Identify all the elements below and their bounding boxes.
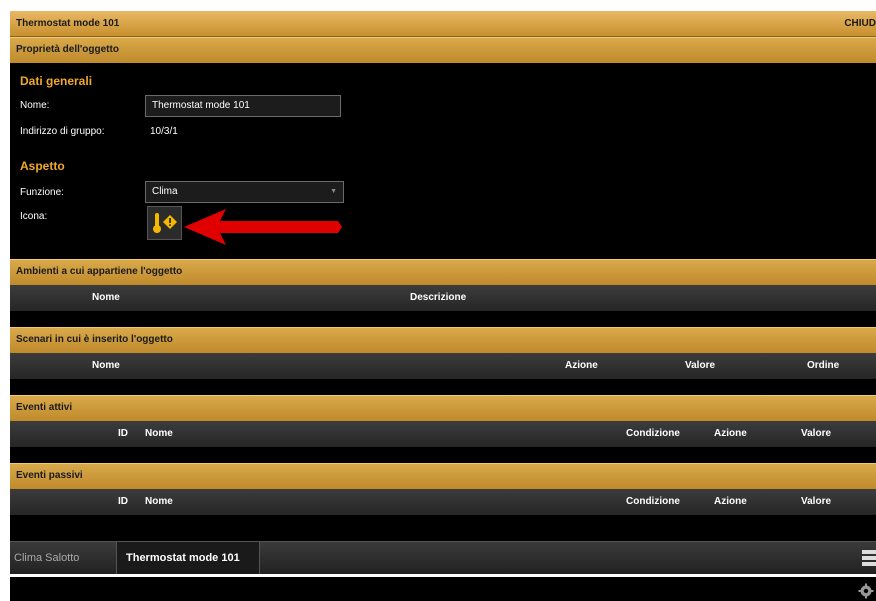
scenes-col-order: Ordine bbox=[807, 360, 840, 371]
active-events-table-header: ID Nome Condizione Azione Valore bbox=[10, 421, 876, 447]
rooms-section-title: Ambienti a cui appartiene l'oggetto bbox=[16, 266, 183, 277]
active-events-section-title: Eventi attivi bbox=[16, 402, 73, 413]
top-margin bbox=[0, 0, 876, 11]
scenes-section-header: Scenari in cui è inserito l'oggetto bbox=[10, 327, 876, 353]
annotation-arrow-icon bbox=[184, 209, 342, 245]
active-events-col-action: Azione bbox=[714, 428, 747, 439]
active-events-col-name: Nome bbox=[145, 428, 173, 439]
chevron-down-icon: ▼ bbox=[330, 188, 337, 195]
passive-events-col-condition: Condizione bbox=[626, 496, 680, 507]
close-button[interactable]: CHIUD bbox=[844, 18, 876, 29]
active-events-col-condition: Condizione bbox=[626, 428, 680, 439]
name-field[interactable]: Thermostat mode 101 bbox=[145, 95, 341, 117]
passive-events-col-id: ID bbox=[118, 496, 128, 507]
gear-icon[interactable] bbox=[858, 583, 874, 599]
tab-thermostat-mode[interactable]: Thermostat mode 101 bbox=[116, 542, 260, 574]
scenes-col-name: Nome bbox=[92, 360, 120, 371]
passive-events-section-title: Eventi passivi bbox=[16, 470, 83, 481]
group-address-value: 10/3/1 bbox=[150, 126, 178, 137]
name-label: Nome: bbox=[20, 100, 50, 111]
rooms-col-name: Nome bbox=[92, 292, 120, 303]
properties-section-header: Proprietà dell'oggetto bbox=[10, 37, 876, 63]
tab-thermostat-mode-label: Thermostat mode 101 bbox=[126, 552, 240, 564]
rooms-col-description: Descrizione bbox=[410, 292, 467, 303]
appearance-title: Aspetto bbox=[20, 159, 65, 173]
icon-picker[interactable] bbox=[147, 206, 182, 240]
rooms-table-body bbox=[10, 311, 876, 327]
name-field-value: Thermostat mode 101 bbox=[152, 100, 250, 111]
window-title: Thermostat mode 101 bbox=[16, 18, 120, 29]
passive-events-col-value: Valore bbox=[801, 496, 832, 507]
passive-events-col-name: Nome bbox=[145, 496, 173, 507]
bottom-tab-bar: Clima Salotto Thermostat mode 101 bbox=[10, 541, 876, 574]
group-address-label: Indirizzo di gruppo: bbox=[20, 126, 105, 137]
function-label: Funzione: bbox=[20, 187, 64, 198]
footer-bar bbox=[10, 577, 876, 601]
window-title-bar: Thermostat mode 101 CHIUD bbox=[10, 11, 876, 37]
scenes-col-action: Azione bbox=[565, 360, 598, 371]
thermometer-warning-icon bbox=[153, 213, 177, 233]
scenes-section-title: Scenari in cui è inserito l'oggetto bbox=[16, 334, 173, 345]
active-events-col-id: ID bbox=[118, 428, 128, 439]
function-select-value: Clima bbox=[152, 186, 178, 197]
function-select[interactable]: Clima ▼ bbox=[145, 181, 344, 203]
passive-events-col-action: Azione bbox=[714, 496, 747, 507]
properties-panel: Dati generali Nome: Thermostat mode 101 … bbox=[10, 63, 876, 259]
scenes-table-body bbox=[10, 379, 876, 395]
passive-events-table-body bbox=[10, 515, 876, 541]
icon-label: Icona: bbox=[20, 211, 48, 222]
properties-section-title: Proprietà dell'oggetto bbox=[16, 44, 119, 55]
menu-icon[interactable] bbox=[862, 550, 876, 566]
passive-events-table-header: ID Nome Condizione Azione Valore bbox=[10, 489, 876, 515]
rooms-table-header: Nome Descrizione bbox=[10, 285, 876, 311]
passive-events-section-header: Eventi passivi bbox=[10, 463, 876, 489]
tab-clima-salotto[interactable]: Clima Salotto bbox=[14, 552, 79, 564]
scenes-col-value: Valore bbox=[685, 360, 716, 371]
active-events-table-body bbox=[10, 447, 876, 463]
scenes-table-header: Nome Azione Valore Ordine bbox=[10, 353, 876, 379]
active-events-section-header: Eventi attivi bbox=[10, 395, 876, 421]
rooms-section-header: Ambienti a cui appartiene l'oggetto bbox=[10, 259, 876, 285]
active-events-col-value: Valore bbox=[801, 428, 832, 439]
general-data-title: Dati generali bbox=[20, 74, 93, 88]
